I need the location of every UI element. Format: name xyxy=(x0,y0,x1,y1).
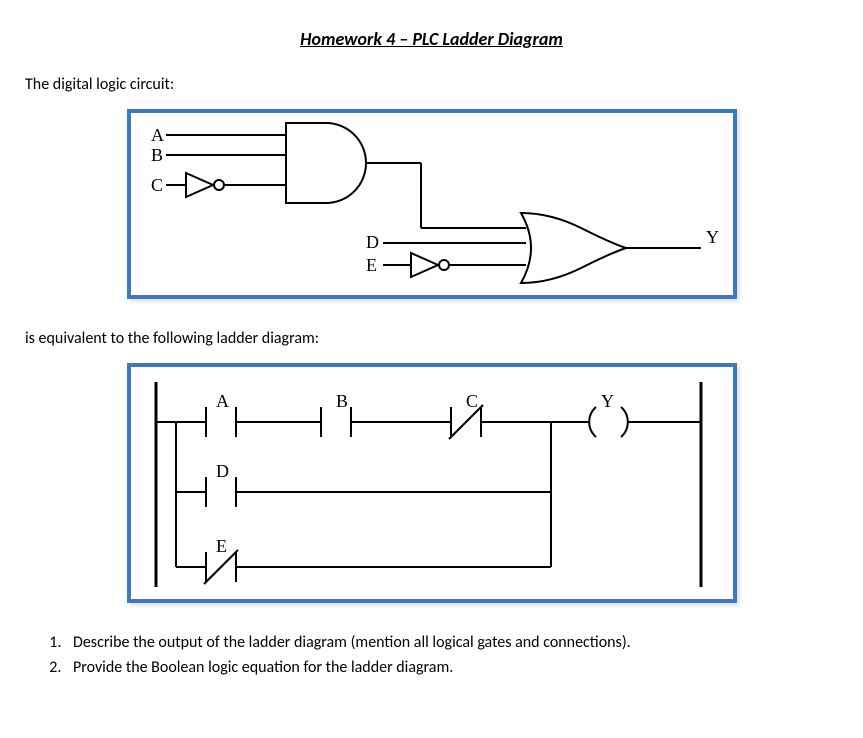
ladder-label-D: D xyxy=(216,461,229,481)
ladder-label-E: E xyxy=(216,536,227,556)
question-2: Provide the Boolean logic equation for t… xyxy=(65,658,838,677)
questions-list: Describe the output of the ladder diagra… xyxy=(25,633,838,677)
label-A: A xyxy=(151,125,164,145)
label-C: C xyxy=(151,175,163,195)
ladder-label-A: A xyxy=(216,391,229,411)
page-title: Homework 4 – PLC Ladder Diagram xyxy=(25,28,838,50)
ladder-label-B: B xyxy=(336,391,348,411)
label-B: B xyxy=(151,145,163,165)
question-1: Describe the output of the ladder diagra… xyxy=(65,633,838,652)
logic-circuit-diagram: A B C D E Y xyxy=(127,109,737,299)
ladder-label-C: C xyxy=(466,391,478,411)
ladder-diagram: A B C Y D E xyxy=(127,363,737,603)
label-Y: Y xyxy=(706,227,719,247)
label-D: D xyxy=(366,232,379,252)
ladder-label-Y: Y xyxy=(601,391,614,411)
equivalent-text: is equivalent to the following ladder di… xyxy=(25,329,838,348)
label-E: E xyxy=(366,255,377,275)
intro-text: The digital logic circuit: xyxy=(25,75,838,94)
